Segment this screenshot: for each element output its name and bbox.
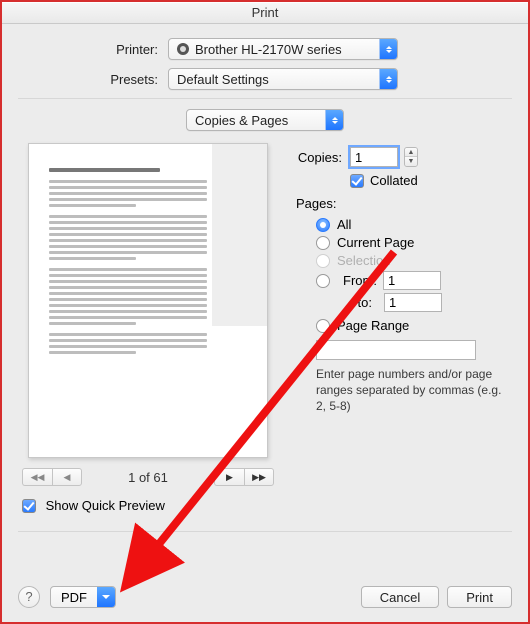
chevron-up-icon: ▲	[405, 148, 417, 157]
to-label: to:	[336, 295, 378, 310]
pages-selection-label: Selection	[337, 253, 390, 268]
pages-current-label: Current Page	[337, 235, 414, 250]
pages-label: Pages:	[296, 196, 512, 211]
copies-stepper[interactable]: ▲ ▼	[404, 147, 418, 167]
window-title: Print	[2, 2, 528, 24]
pages-selection-radio	[316, 254, 330, 268]
pdf-menu-button[interactable]: PDF	[50, 586, 116, 608]
pages-all-label: All	[337, 217, 351, 232]
page-counter: 1 of 61	[128, 470, 168, 485]
presets-select[interactable]: Default Settings	[168, 68, 398, 90]
pages-from-radio[interactable]	[316, 274, 330, 288]
chevrons-icon	[325, 110, 343, 130]
collated-checkbox[interactable]	[350, 174, 364, 188]
printer-label: Printer:	[18, 42, 168, 57]
page-total: 61	[153, 470, 167, 485]
last-page-button[interactable]: ▶▶	[244, 468, 274, 486]
pane-select[interactable]: Copies & Pages	[186, 109, 344, 131]
pages-all-radio[interactable]	[316, 218, 330, 232]
show-quick-preview-label: Show Quick Preview	[46, 498, 165, 513]
print-preview	[28, 143, 268, 458]
page-range-input[interactable]	[316, 340, 476, 360]
divider	[18, 531, 512, 532]
printer-select-value: Brother HL-2170W series	[195, 42, 342, 57]
pdf-menu-label: PDF	[61, 590, 87, 605]
page-of-word: of	[139, 470, 150, 485]
from-input[interactable]	[383, 271, 441, 290]
printer-select[interactable]: Brother HL-2170W series	[168, 38, 398, 60]
presets-label: Presets:	[18, 72, 168, 87]
cancel-button[interactable]: Cancel	[361, 586, 439, 608]
print-button[interactable]: Print	[447, 586, 512, 608]
first-page-button[interactable]: ◀◀	[22, 468, 52, 486]
collated-label: Collated	[370, 173, 418, 188]
help-button[interactable]: ?	[18, 586, 40, 608]
chevrons-icon	[379, 69, 397, 89]
prev-page-button[interactable]: ◀	[52, 468, 82, 486]
next-page-button[interactable]: ▶	[214, 468, 244, 486]
copies-input[interactable]	[350, 147, 398, 167]
preview-next-group: ▶ ▶▶	[214, 468, 274, 486]
chevron-down-icon	[97, 587, 115, 607]
preview-prev-group: ◀◀ ◀	[22, 468, 82, 486]
page-range-hint: Enter page numbers and/or page ranges se…	[316, 366, 512, 415]
pages-range-radio[interactable]	[316, 319, 330, 333]
pages-range-label: Page Range	[337, 318, 409, 333]
presets-select-value: Default Settings	[177, 72, 269, 87]
show-quick-preview-checkbox[interactable]	[22, 499, 36, 513]
chevrons-icon	[379, 39, 397, 59]
chevron-down-icon: ▼	[405, 157, 417, 166]
to-input[interactable]	[384, 293, 442, 312]
pages-current-radio[interactable]	[316, 236, 330, 250]
pane-select-value: Copies & Pages	[195, 113, 288, 128]
printer-icon	[177, 43, 189, 55]
from-label: From:	[343, 273, 377, 288]
divider	[18, 98, 512, 99]
copies-label: Copies:	[294, 150, 350, 165]
page-current: 1	[128, 470, 135, 485]
